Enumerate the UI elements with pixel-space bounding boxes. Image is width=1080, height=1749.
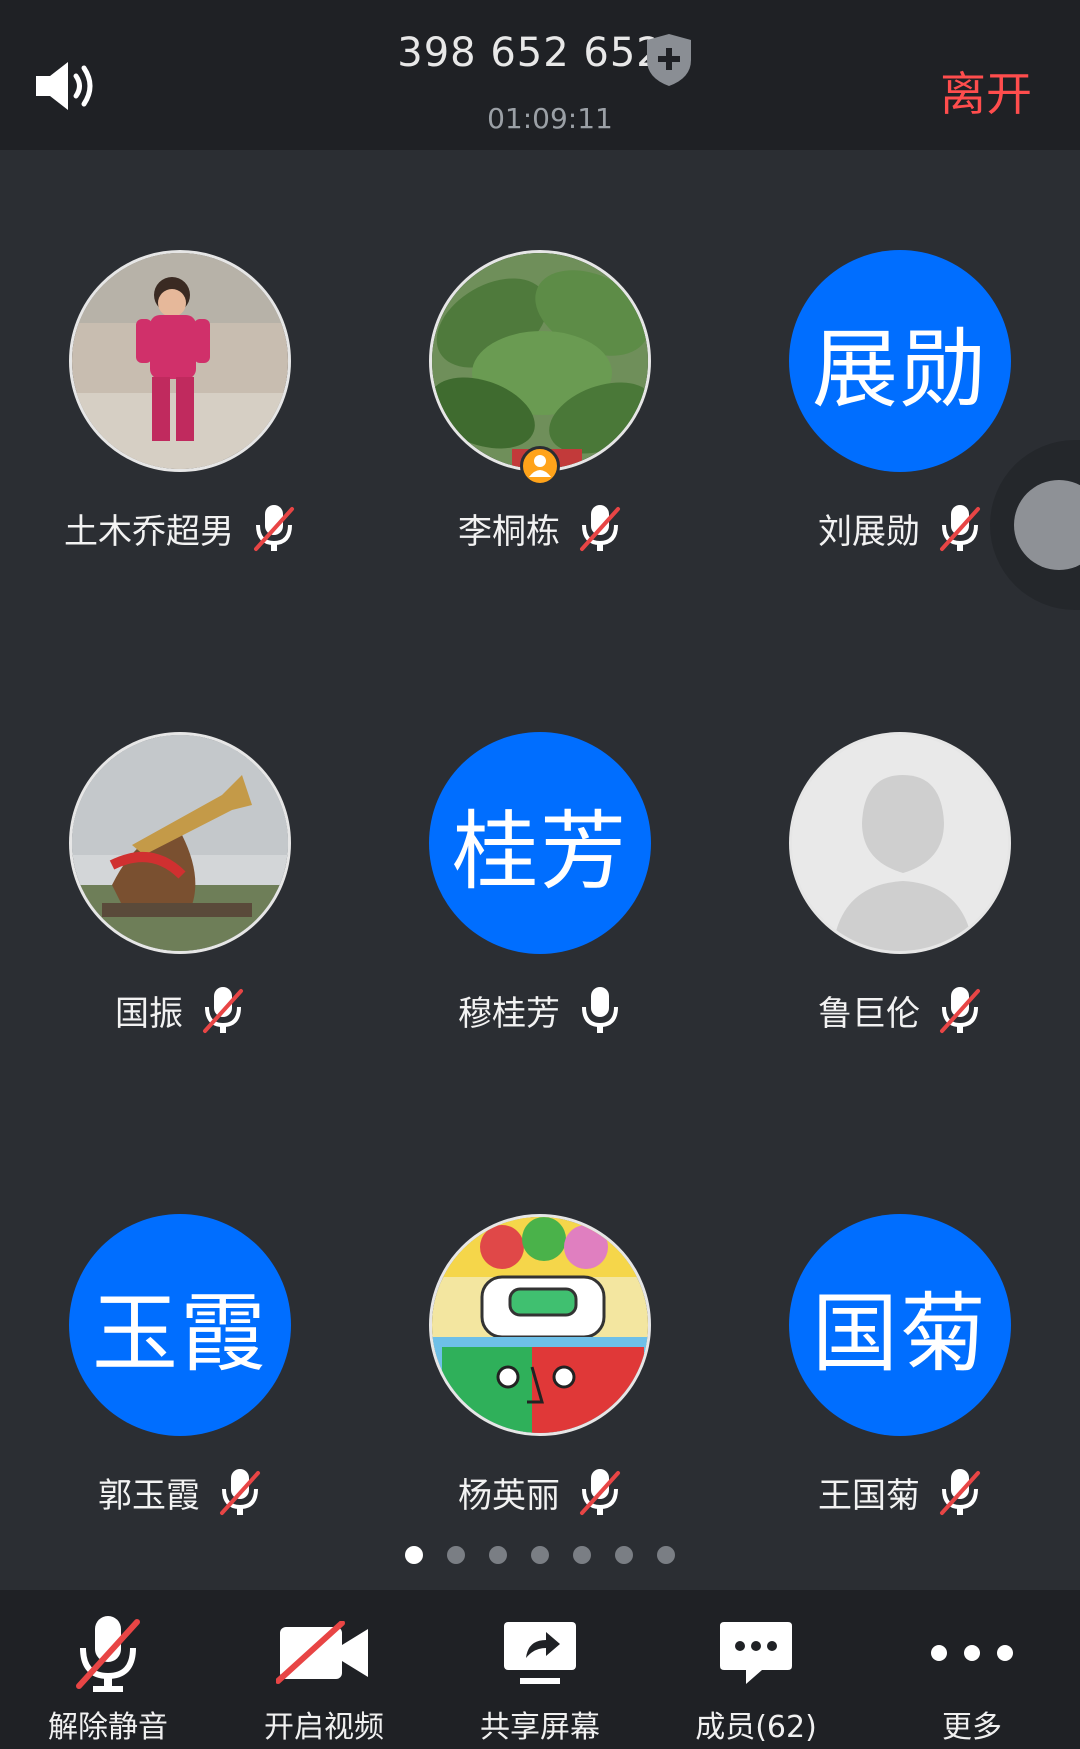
participant-tile[interactable]: 李桐栋 [360, 150, 720, 630]
participant-grid: 土木乔超男 李桐栋 展勋 刘展勋 国振 桂芳 穆桂芳 鲁巨伦 玉霞 郭玉霞 杨英… [0, 150, 1080, 1550]
drawing-photo-icon [432, 1217, 648, 1433]
mic-muted-icon [940, 987, 980, 1033]
child-photo-icon [72, 253, 288, 469]
more-button[interactable]: 更多 [864, 1590, 1080, 1749]
participant-name-row: 土木乔超男 [0, 498, 360, 558]
share-screen-button[interactable]: 共享屏幕 [432, 1590, 648, 1749]
page-dot[interactable] [447, 1546, 465, 1564]
avatar [69, 732, 291, 954]
avatar-initials: 国菊 [789, 1214, 1011, 1436]
floating-handle-knob[interactable] [1014, 480, 1080, 570]
participant-name-row: 李桐栋 [360, 498, 720, 558]
page-dot[interactable] [573, 1546, 591, 1564]
participant-name-row: 国振 [0, 980, 360, 1040]
mic-muted-icon [220, 1469, 260, 1515]
start-video-label: 开启视频 [264, 1710, 384, 1745]
shield-icon[interactable] [644, 32, 694, 88]
avatar [789, 732, 1011, 954]
members-label: 成员(62) [695, 1710, 817, 1745]
page-indicator [0, 1546, 1080, 1566]
participant-name: 穆桂芳 [458, 993, 560, 1034]
speaker-icon[interactable] [34, 58, 100, 114]
members-button[interactable]: 成员(62) [648, 1590, 864, 1749]
start-video-button[interactable]: 开启视频 [216, 1590, 432, 1749]
participant-name: 李桐栋 [458, 511, 560, 552]
mic-muted-icon [940, 1469, 980, 1515]
participant-name-row: 鲁巨伦 [720, 980, 1080, 1040]
chat-members-icon [720, 1622, 792, 1684]
page-dot[interactable] [657, 1546, 675, 1564]
mic-muted-icon [203, 987, 243, 1033]
participant-tile[interactable]: 桂芳 穆桂芳 [360, 632, 720, 1112]
participant-tile[interactable]: 国菊 王国菊 [720, 1114, 1080, 1594]
mic-muted-icon [254, 505, 294, 551]
participant-tile[interactable]: 玉霞 郭玉霞 [0, 1114, 360, 1594]
participant-name: 刘展勋 [818, 511, 920, 552]
plant-photo-icon [432, 253, 648, 469]
share-screen-label: 共享屏幕 [480, 1710, 600, 1745]
participant-name-row: 穆桂芳 [360, 980, 720, 1040]
page-dot[interactable] [531, 1546, 549, 1564]
mic-muted-icon [940, 505, 980, 551]
meeting-header: 398 652 652 01:09:11 离开 [0, 0, 1080, 150]
unmute-button[interactable]: 解除静音 [0, 1590, 216, 1749]
participant-name: 杨英丽 [458, 1475, 560, 1516]
more-dots-icon [931, 1645, 1013, 1661]
participant-tile[interactable]: 土木乔超男 [0, 150, 360, 630]
participant-name-row: 郭玉霞 [0, 1462, 360, 1522]
avatar-initials: 玉霞 [69, 1214, 291, 1436]
more-label: 更多 [942, 1710, 1002, 1745]
share-screen-icon [504, 1622, 576, 1684]
page-dot[interactable] [405, 1546, 423, 1564]
meeting-id[interactable]: 398 652 652 [380, 30, 680, 76]
participant-tile[interactable]: 杨英丽 [360, 1114, 720, 1594]
avatar [429, 250, 651, 472]
meeting-timer: 01:09:11 [487, 102, 613, 135]
mic-muted-icon [580, 1469, 620, 1515]
avatar [69, 250, 291, 472]
avatar-initials: 桂芳 [429, 732, 651, 954]
participant-name: 鲁巨伦 [818, 993, 920, 1034]
video-off-icon [276, 1621, 368, 1684]
host-badge-icon [520, 446, 560, 486]
participant-name: 郭玉霞 [98, 1475, 200, 1516]
participant-name-row: 王国菊 [720, 1462, 1080, 1522]
participant-name: 土木乔超男 [64, 511, 234, 552]
page-dot[interactable] [489, 1546, 507, 1564]
participant-tile[interactable]: 鲁巨伦 [720, 632, 1080, 1112]
participant-tile[interactable]: 国振 [0, 632, 360, 1112]
mic-muted-icon [76, 1616, 140, 1692]
leave-button[interactable]: 离开 [940, 58, 1032, 124]
participant-name: 国振 [115, 993, 183, 1034]
participant-name: 王国菊 [818, 1475, 920, 1516]
avatar-initials: 展勋 [789, 250, 1011, 472]
mic-on-icon [582, 987, 618, 1033]
page-dot[interactable] [615, 1546, 633, 1564]
avatar [429, 1214, 651, 1436]
mic-muted-icon [580, 505, 620, 551]
unmute-label: 解除静音 [48, 1710, 168, 1745]
participant-name-row: 杨英丽 [360, 1462, 720, 1522]
default-user-icon [792, 735, 1008, 951]
bottom-toolbar: 解除静音 开启视频 共享屏幕 成员(62) 更多 [0, 1590, 1080, 1749]
trumpet-statue-photo-icon [72, 735, 288, 951]
